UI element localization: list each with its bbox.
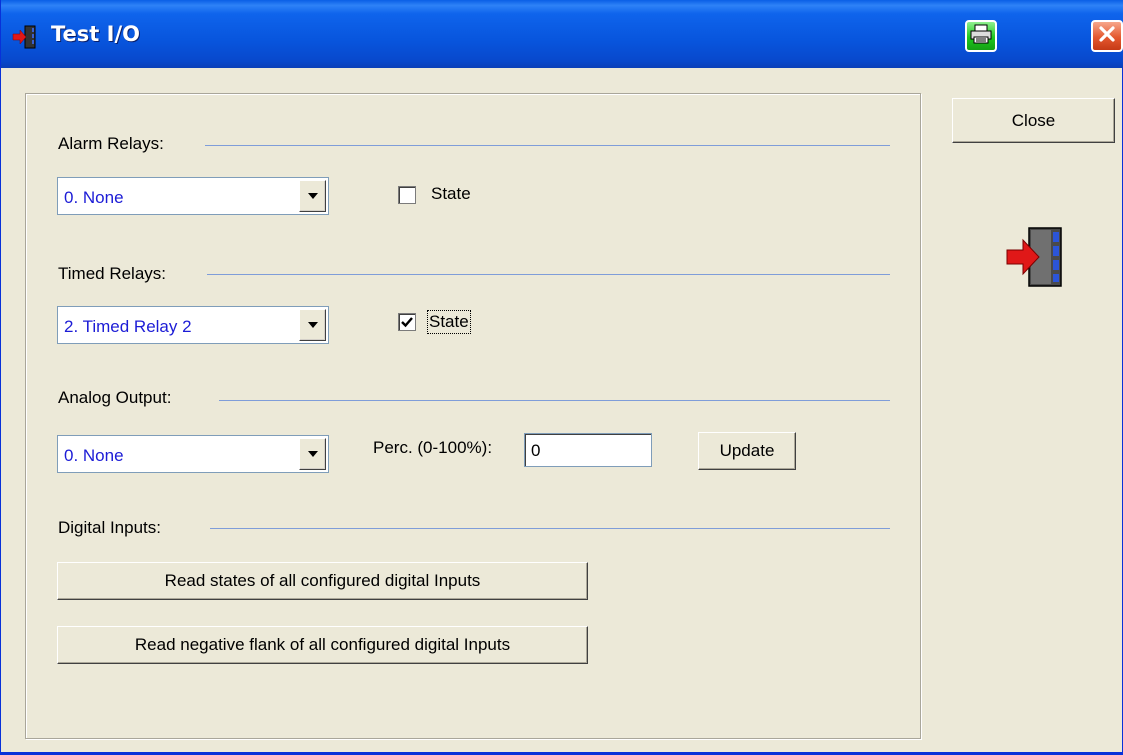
dropdown-arrow-icon[interactable] bbox=[299, 180, 326, 212]
timed-relay-select[interactable]: 2. Timed Relay 2 bbox=[57, 306, 329, 344]
window-title: Test I/O bbox=[51, 22, 140, 46]
window-close-button[interactable] bbox=[1091, 20, 1123, 52]
alarm-state-label[interactable]: State bbox=[431, 184, 471, 204]
alarm-state-checkbox[interactable] bbox=[398, 186, 416, 204]
timed-state-label[interactable]: State bbox=[427, 310, 471, 334]
read-states-button[interactable]: Read states of all configured digital In… bbox=[57, 562, 588, 600]
title-bar[interactable]: Test I/O bbox=[1, 0, 1123, 68]
test-io-window: Test I/O Alarm Relays: 0. None State Tim… bbox=[0, 0, 1123, 755]
close-x-icon bbox=[1098, 25, 1116, 48]
digital-inputs-label: Digital Inputs: bbox=[58, 518, 161, 537]
exit-door-icon bbox=[1005, 226, 1063, 288]
read-negative-flank-button[interactable]: Read negative flank of all configured di… bbox=[57, 626, 588, 664]
analog-output-selected-value: 0. None bbox=[64, 446, 124, 465]
percent-label: Perc. (0-100%): bbox=[373, 438, 493, 457]
timed-relays-divider bbox=[207, 274, 890, 275]
checkmark-icon bbox=[401, 317, 413, 328]
alarm-relays-label: Alarm Relays: bbox=[58, 134, 164, 153]
printer-icon bbox=[970, 24, 992, 49]
timed-relays-label: Timed Relays: bbox=[58, 264, 167, 283]
close-button[interactable]: Close bbox=[952, 98, 1115, 143]
analog-output-divider bbox=[219, 400, 890, 401]
analog-output-select[interactable]: 0. None bbox=[57, 435, 329, 473]
percent-input-value: 0 bbox=[531, 441, 541, 460]
digital-inputs-divider bbox=[210, 528, 890, 529]
dropdown-arrow-icon[interactable] bbox=[299, 309, 326, 341]
timed-state-checkbox[interactable] bbox=[398, 313, 416, 331]
print-button[interactable] bbox=[965, 20, 997, 52]
update-button[interactable]: Update bbox=[698, 432, 796, 470]
timed-relay-selected-value: 2. Timed Relay 2 bbox=[64, 317, 192, 336]
dropdown-arrow-icon[interactable] bbox=[299, 438, 326, 470]
exit-door-icon bbox=[11, 24, 37, 50]
alarm-relay-selected-value: 0. None bbox=[64, 188, 124, 207]
alarm-relays-divider bbox=[205, 145, 890, 146]
analog-output-label: Analog Output: bbox=[58, 388, 172, 407]
alarm-relay-select[interactable]: 0. None bbox=[57, 177, 329, 215]
percent-input[interactable]: 0 bbox=[524, 433, 652, 467]
